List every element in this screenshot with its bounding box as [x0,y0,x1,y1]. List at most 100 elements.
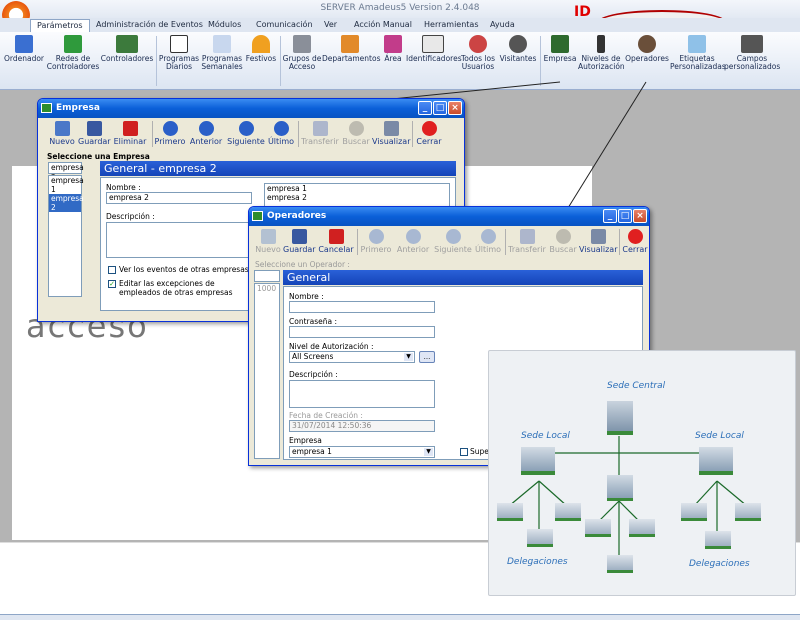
ribbon-identificadores[interactable]: Identificadores [406,35,462,63]
power-icon [627,229,643,244]
ribbon-programas-semanales[interactable]: Programas Semanales [200,35,244,71]
visualizar-button[interactable]: Visualizar [372,121,411,146]
sede-local-left-label: Sede Local [521,431,570,441]
delegation-building-icon [735,503,761,521]
ribbon-festivos[interactable]: Festivos [244,35,278,63]
empresa-window-titlebar[interactable]: Empresa _ □ × [38,99,464,118]
company-selector-input[interactable]: empresa 2 [48,162,84,182]
ribbon-niveles-autorizacion[interactable]: Niveles de Autorización [578,35,625,71]
siguiente-button[interactable]: Siguiente [433,229,473,254]
maximize-button[interactable]: □ [618,209,632,223]
ribbon-departamentos[interactable]: Departamentos [322,35,380,63]
empresa-toolbar: Nuevo Guardar Eliminar Primero Anterior … [42,119,460,149]
view-other-events-checkbox[interactable] [108,266,116,274]
list-item[interactable]: empresa 1 [265,184,449,193]
list-item[interactable]: empresa 1 [49,176,84,194]
cerrar-button[interactable]: Cerrar [621,229,649,254]
menu-accion-manual[interactable]: Acción Manual [348,19,418,32]
sede-local-right-label: Sede Local [695,431,744,441]
ultimo-button[interactable]: Último [473,229,503,254]
next-icon [445,229,461,244]
authorization-level-select[interactable]: All Screens ▼ [289,351,415,363]
ribbon-controladores[interactable]: Controladores [100,35,154,63]
last-icon [480,229,496,244]
edit-exceptions-checkbox[interactable]: ✓ [108,280,116,288]
operadores-window-titlebar[interactable]: Operadores _ □ × [249,207,649,226]
primero-button[interactable]: Primero [359,229,393,254]
operator-name-input[interactable] [289,301,435,313]
operator-password-input[interactable] [289,326,435,338]
menu-parametros[interactable]: Parámetros [30,19,90,32]
operator-company-select[interactable]: empresa 1 ▼ [289,446,435,458]
delete-icon [122,121,138,136]
ribbon-redes-controladores[interactable]: Redes de Controladores [46,35,100,71]
buscar-button[interactable]: Buscar [342,121,370,146]
ribbon-grupos-acceso[interactable]: Grupos de Acceso [282,35,322,71]
operator-description-input[interactable] [289,380,435,408]
ribbon-ordenador[interactable]: Ordenador [4,35,44,63]
menu-ayuda[interactable]: Ayuda [484,19,521,32]
close-button[interactable]: × [633,209,647,223]
toolbar-separator [357,229,358,255]
first-icon [368,229,384,244]
close-button[interactable]: × [448,101,462,115]
operator-general-header: General [283,270,643,285]
maximize-button[interactable]: □ [433,101,447,115]
list-item[interactable]: 1000 [255,284,279,293]
list-item[interactable]: empresa 2 [265,193,449,202]
chevron-down-icon[interactable]: ▼ [404,353,413,361]
ribbon-todos-usuarios[interactable]: Todos los Usuarios [460,35,496,71]
delegaciones-right-label: Delegaciones [689,559,750,569]
power-icon [421,121,437,136]
network-diagram: Sede Central Sede Local Sede Local Deleg… [488,350,796,596]
umbrella-icon [252,35,270,53]
ribbon-visitantes[interactable]: Visitantes [498,35,538,63]
menu-comunicacion[interactable]: Comunicación [250,19,319,32]
ribbon-empresa[interactable]: Empresa [542,35,578,63]
ribbon-separator [280,36,281,86]
ribbon-etiquetas-personalizadas[interactable]: Etiquetas Personalizadas [670,35,726,71]
ribbon-area[interactable]: Área [380,35,406,63]
menu-ver[interactable]: Ver [318,19,343,32]
printer-icon [383,121,399,136]
ribbon-operadores[interactable]: Operadores [624,35,670,63]
transferir-button[interactable]: Transferir [507,229,547,254]
guardar-button[interactable]: Guardar [283,229,316,254]
primero-button[interactable]: Primero [154,121,186,146]
operator-selector-input[interactable] [254,270,280,282]
menu-administracion-eventos[interactable]: Administración de Eventos [90,19,209,32]
next-icon [238,121,254,136]
siguiente-button[interactable]: Siguiente [226,121,266,146]
transfer-icon [312,121,328,136]
chevron-down-icon[interactable]: ▼ [424,448,433,456]
menu-modulos[interactable]: Módulos [202,19,247,32]
traffic-light-icon [597,35,605,53]
browse-authorization-button[interactable]: ... [419,351,435,363]
ribbon-programas-diarios[interactable]: Programas Diarios [158,35,200,71]
toolbar-separator [298,121,299,147]
cancelar-button[interactable]: Cancelar [317,229,355,254]
cerrar-button[interactable]: Cerrar [414,121,444,146]
buscar-button[interactable]: Buscar [549,229,577,254]
area-icon [384,35,402,53]
delegation-building-icon [629,519,655,537]
departments-icon [341,35,359,53]
ribbon-campos-personalizados[interactable]: Campos personalizados [724,35,780,71]
menu-herramientas[interactable]: Herramientas [418,19,485,32]
visualizar-button[interactable]: Visualizar [579,229,618,254]
nuevo-button[interactable]: Nuevo [48,121,76,146]
super-checkbox[interactable] [460,448,468,456]
ultimo-button[interactable]: Último [266,121,296,146]
list-item[interactable]: empresa 2 [49,194,84,212]
guardar-button[interactable]: Guardar [78,121,111,146]
nuevo-button[interactable]: Nuevo [255,229,281,254]
minimize-button[interactable]: _ [603,209,617,223]
company-name-input[interactable]: empresa 2 [106,192,252,204]
anterior-button[interactable]: Anterior [188,121,224,146]
minimize-button[interactable]: _ [418,101,432,115]
eliminar-button[interactable]: Eliminar [112,121,148,146]
company-description-input[interactable] [106,222,252,258]
transferir-button[interactable]: Transferir [300,121,340,146]
descripcion-label: Descripción : [106,212,155,221]
anterior-button[interactable]: Anterior [395,229,431,254]
